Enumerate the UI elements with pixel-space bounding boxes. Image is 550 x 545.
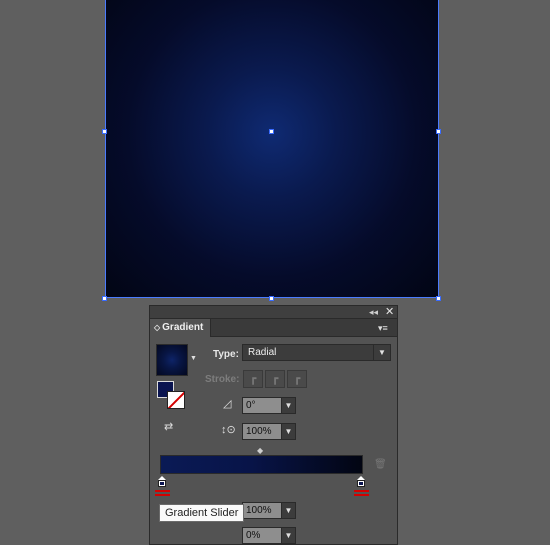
stop-marker-right-bottom (354, 494, 369, 496)
gradient-stop-right[interactable] (356, 476, 365, 488)
aspect-ratio-field[interactable]: 100% ▼ (242, 423, 296, 440)
aspect-ratio-value: 100% (246, 426, 272, 437)
tab-toggle-icon[interactable]: ◇ (154, 323, 160, 332)
stroke-label: Stroke: (205, 374, 240, 385)
selection-handle-bottom-left[interactable] (102, 296, 107, 301)
selection-handle-bottom-right[interactable] (436, 296, 441, 301)
close-icon[interactable]: ✕ (385, 306, 394, 318)
panel-title-bar[interactable]: ◂◂ ✕ (150, 306, 397, 319)
selection-handle-center[interactable] (269, 129, 274, 134)
angle-value: 0° (246, 400, 256, 411)
angle-dropdown-icon[interactable]: ▼ (281, 398, 295, 413)
tab-gradient[interactable]: ◇ Gradient (150, 319, 211, 337)
stroke-along-button: ┏ (265, 370, 285, 388)
collapse-icon[interactable]: ◂◂ (369, 307, 378, 317)
angle-icon: ◿ (223, 398, 232, 410)
stroke-color-swatch[interactable] (167, 391, 185, 409)
type-value: Radial (248, 347, 277, 358)
selection-handle-left[interactable] (102, 129, 107, 134)
tooltip: Gradient Slider (159, 504, 245, 522)
panel-menu-icon[interactable]: ▾≡ (378, 322, 394, 334)
angle-field[interactable]: 0° ▼ (242, 397, 296, 414)
aspect-dropdown-icon[interactable]: ▼ (281, 424, 295, 439)
gradient-slider[interactable] (160, 455, 363, 474)
selection-handle-bottom[interactable] (269, 296, 274, 301)
opacity-dropdown-icon[interactable]: ▼ (281, 503, 295, 518)
opacity-field[interactable]: 100% ▼ (242, 502, 296, 519)
panel-tab-bar: ◇ Gradient ▾≡ (150, 319, 397, 337)
preset-dropdown-icon[interactable]: ▼ (190, 355, 197, 362)
stop-marker-right-top (354, 490, 369, 492)
trash-icon[interactable]: 🗑 (374, 459, 387, 470)
gradient-stop-left[interactable] (157, 476, 166, 488)
dropdown-arrow-icon[interactable]: ▼ (373, 345, 390, 360)
reverse-gradient-icon[interactable]: ⇄ (164, 420, 173, 433)
gradient-filled-rectangle[interactable] (105, 0, 439, 298)
tab-label: Gradient (162, 322, 204, 333)
selection-handle-right[interactable] (436, 129, 441, 134)
gradient-stop-icon (158, 480, 166, 487)
stroke-across-button: ┏ (287, 370, 307, 388)
type-label: Type: (213, 349, 239, 360)
type-select[interactable]: Radial ▼ (242, 344, 391, 361)
aspect-ratio-icon: ↕⊙ (221, 424, 236, 436)
stop-marker-left-bottom (155, 494, 170, 496)
midpoint-diamond-icon[interactable]: ◆ (257, 446, 263, 455)
stop-marker-left-top (155, 490, 170, 492)
opacity-value: 100% (246, 505, 272, 516)
gradient-preview-swatch[interactable] (156, 344, 188, 376)
stroke-within-button: ┏ (243, 370, 263, 388)
gradient-stop-icon (357, 480, 365, 487)
